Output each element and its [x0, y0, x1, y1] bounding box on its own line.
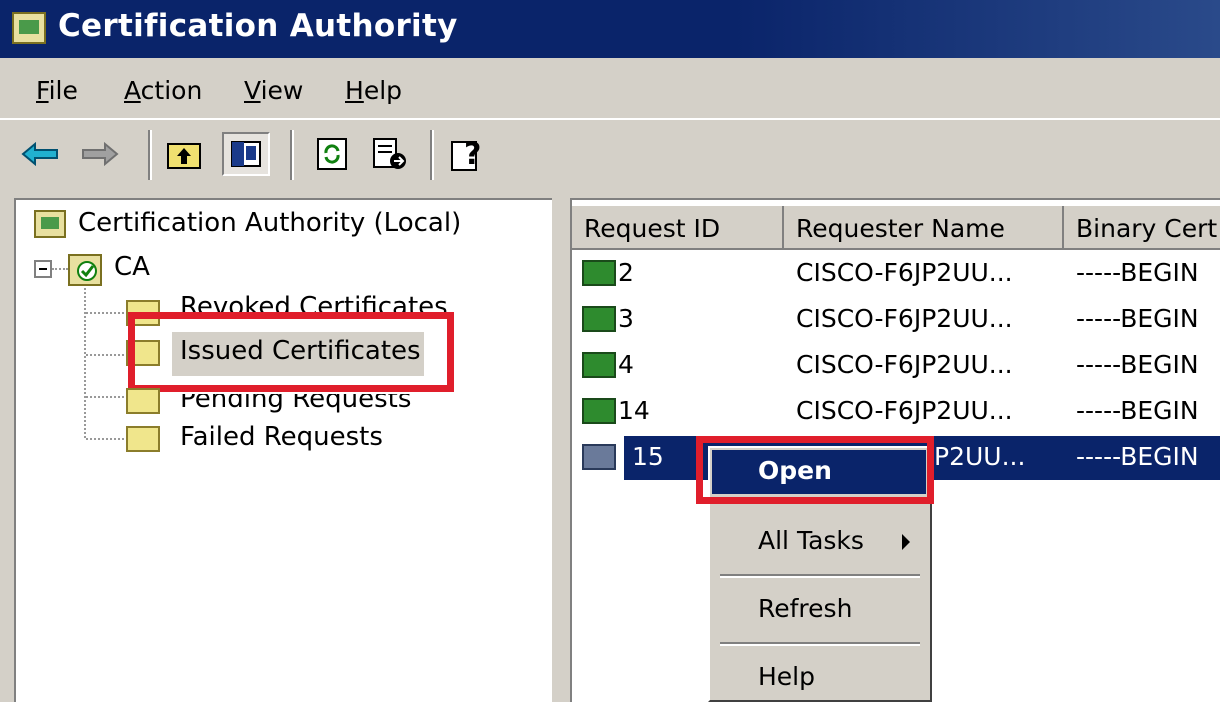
- pane-splitter[interactable]: [552, 190, 570, 702]
- certificate-icon: [582, 260, 616, 286]
- menu-separator: [720, 574, 920, 578]
- cell-requester: CISCO-F6JP2UU...: [796, 304, 1013, 333]
- tree-line: [52, 268, 68, 270]
- show-hide-tree-icon[interactable]: [222, 132, 270, 176]
- table-row[interactable]: 4 CISCO-F6JP2UU... -----BEGIN: [572, 344, 1220, 390]
- cell-request-id: 15: [632, 442, 664, 471]
- toolbar-separator: [430, 130, 434, 180]
- tree-item-failed[interactable]: Failed Requests: [180, 422, 383, 452]
- column-header-request-id[interactable]: Request ID: [572, 206, 784, 250]
- certificate-icon: [582, 444, 616, 470]
- window-title: Certification Authority: [58, 8, 458, 44]
- table-row[interactable]: 2 CISCO-F6JP2UU... -----BEGIN: [572, 252, 1220, 298]
- cell-request-id: 14: [618, 396, 650, 425]
- cell-binary: -----BEGIN: [1076, 442, 1199, 471]
- svg-text:?: ?: [464, 137, 481, 172]
- ca-root-icon: [34, 210, 66, 238]
- toolbar: ?: [0, 118, 1220, 190]
- up-folder-icon[interactable]: [164, 132, 204, 176]
- cell-request-id: 3: [618, 304, 634, 333]
- column-header-binary-cert[interactable]: Binary Cert: [1064, 206, 1220, 250]
- app-icon: [12, 12, 46, 44]
- menu-help[interactable]: Help: [345, 76, 402, 105]
- folder-icon: [126, 388, 160, 414]
- menu-action[interactable]: Action: [124, 76, 202, 105]
- menu-view[interactable]: View: [244, 76, 303, 105]
- collapse-icon[interactable]: [34, 260, 52, 278]
- table-row[interactable]: 3 CISCO-F6JP2UU... -----BEGIN: [572, 298, 1220, 344]
- cell-requester: P2UU...: [934, 442, 1026, 471]
- ca-server-icon: [68, 254, 102, 286]
- menu-file[interactable]: File: [36, 76, 78, 105]
- pane-frame: [0, 188, 1220, 198]
- cell-binary: -----BEGIN: [1076, 258, 1199, 287]
- certificate-icon: [582, 398, 616, 424]
- tree-line: [86, 354, 124, 356]
- tree-line: [84, 288, 86, 438]
- tree-ca-label[interactable]: CA: [114, 252, 150, 282]
- menu-item-help[interactable]: Help: [758, 662, 815, 691]
- export-list-icon[interactable]: [370, 132, 410, 176]
- folder-icon: [126, 426, 160, 452]
- tree-root-label[interactable]: Certification Authority (Local): [78, 208, 461, 238]
- certificate-icon: [582, 352, 616, 378]
- tree-item-pending[interactable]: Pending Requests: [180, 394, 411, 418]
- tree-line: [86, 312, 124, 314]
- toolbar-separator: [290, 130, 294, 180]
- menu-item-refresh[interactable]: Refresh: [758, 594, 852, 623]
- cell-binary: -----BEGIN: [1076, 396, 1199, 425]
- title-bar: Certification Authority: [0, 0, 1220, 58]
- forward-arrow-icon[interactable]: [80, 132, 120, 176]
- cell-requester: CISCO-F6JP2UU...: [796, 350, 1013, 379]
- menu-item-all-tasks[interactable]: All Tasks: [758, 526, 864, 555]
- cell-requester: CISCO-F6JP2UU...: [796, 396, 1013, 425]
- cell-requester: CISCO-F6JP2UU...: [796, 258, 1013, 287]
- console-tree: Certification Authority (Local) CA Revok…: [14, 198, 552, 702]
- highlight-annotation: [128, 312, 454, 392]
- cell-request-id: 2: [618, 258, 634, 287]
- refresh-icon[interactable]: [312, 132, 352, 176]
- tree-line: [86, 438, 124, 440]
- menu-bar: File Action View Help: [0, 58, 1220, 118]
- submenu-arrow-icon: [900, 532, 912, 556]
- cell-request-id: 4: [618, 350, 634, 379]
- certificate-icon: [582, 306, 616, 332]
- pane-frame: [0, 190, 14, 702]
- toolbar-separator: [148, 130, 152, 180]
- highlight-annotation: [696, 436, 934, 504]
- cell-binary: -----BEGIN: [1076, 350, 1199, 379]
- column-header-requester[interactable]: Requester Name: [784, 206, 1064, 250]
- table-row[interactable]: 14 CISCO-F6JP2UU... -----BEGIN: [572, 390, 1220, 436]
- cell-binary: -----BEGIN: [1076, 304, 1199, 333]
- menu-separator: [720, 642, 920, 646]
- tree-line: [86, 396, 124, 398]
- help-icon[interactable]: ?: [448, 132, 488, 176]
- back-arrow-icon[interactable]: [20, 132, 60, 176]
